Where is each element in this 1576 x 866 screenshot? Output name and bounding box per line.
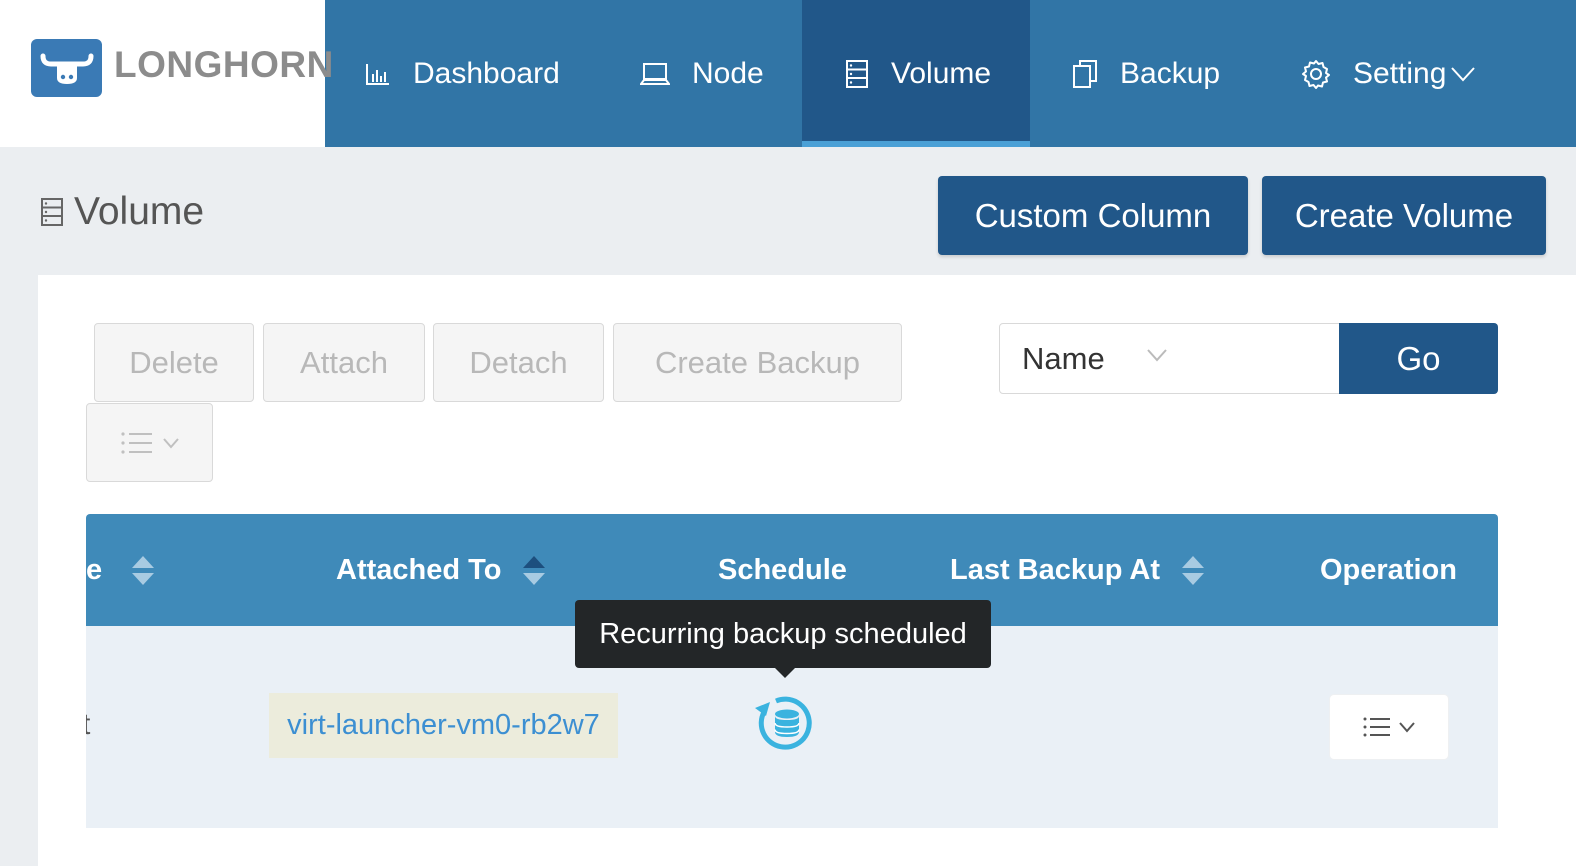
chevron-down-icon <box>1147 349 1167 362</box>
chevron-down-icon <box>1399 722 1415 733</box>
longhorn-logo-icon <box>31 39 102 97</box>
custom-column-button[interactable]: Custom Column <box>938 176 1248 255</box>
column-header-attached-to-label: Attached To <box>336 553 502 586</box>
attach-button[interactable]: Attach <box>263 323 425 402</box>
page-title-text: Volume <box>74 190 205 233</box>
sort-icon[interactable] <box>1182 555 1205 585</box>
schedule-tooltip: Recurring backup scheduled <box>575 600 991 678</box>
attached-to-link[interactable]: virt-launcher-vm0-rb2w7 <box>269 693 618 758</box>
column-header-schedule-label: Schedule <box>718 553 847 586</box>
column-header-name-label: e <box>86 553 103 586</box>
detach-button[interactable]: Detach <box>433 323 604 402</box>
nav-setting[interactable]: Setting <box>1301 0 1476 147</box>
chevron-down-icon <box>1451 66 1476 81</box>
bar-chart-icon <box>366 63 389 85</box>
nav-dashboard-label: Dashboard <box>413 56 560 90</box>
brand-logo[interactable]: LONGHORN <box>0 0 333 147</box>
nav-setting-label: Setting <box>1353 56 1447 90</box>
volume-name-cell[interactable]: t <box>86 708 90 742</box>
column-header-operation-label: Operation <box>1320 553 1457 586</box>
create-backup-button[interactable]: Create Backup <box>613 323 902 402</box>
column-header-name[interactable]: e <box>86 514 155 626</box>
search-field-value: Name <box>1022 340 1105 376</box>
go-button[interactable]: Go <box>1339 323 1498 394</box>
operation-menu-button[interactable] <box>1330 695 1448 759</box>
copy-icon <box>1073 59 1097 88</box>
database-icon <box>846 59 868 88</box>
column-header-last-backup-at-label: Last Backup At <box>950 553 1161 586</box>
nav-node[interactable]: Node <box>640 0 764 147</box>
nav-node-label: Node <box>692 56 764 90</box>
brand-name: LONGHORN <box>114 44 334 85</box>
gear-icon <box>1302 59 1330 89</box>
search-input[interactable] <box>1190 323 1340 394</box>
search-field-select[interactable]: Name <box>999 323 1191 394</box>
nav-backup[interactable]: Backup <box>1072 0 1220 147</box>
page-title: Volume <box>40 190 204 234</box>
name-cell-clip: t <box>86 626 94 828</box>
delete-button[interactable]: Delete <box>94 323 254 402</box>
sort-icon[interactable] <box>523 555 546 585</box>
column-header-operation: Operation <box>1320 514 1457 626</box>
nav-volume[interactable]: Volume <box>802 0 1030 147</box>
sort-icon[interactable] <box>132 555 155 585</box>
nav-dashboard[interactable]: Dashboard <box>365 0 560 147</box>
top-navbar: LONGHORN Dashboard Node Volume Backup Se… <box>0 0 1576 147</box>
nav-volume-label: Volume <box>891 56 992 90</box>
bulk-actions-dropdown[interactable] <box>86 403 213 482</box>
column-header-attached-to[interactable]: Attached To <box>336 514 546 626</box>
list-icon <box>1363 717 1390 737</box>
list-icon <box>120 431 152 454</box>
recurring-backup-icon[interactable] <box>752 690 818 761</box>
create-volume-button[interactable]: Create Volume <box>1262 176 1546 255</box>
chevron-down-icon <box>162 437 179 449</box>
laptop-icon <box>640 62 670 85</box>
database-icon <box>41 198 63 226</box>
nav-backup-label: Backup <box>1120 56 1221 90</box>
